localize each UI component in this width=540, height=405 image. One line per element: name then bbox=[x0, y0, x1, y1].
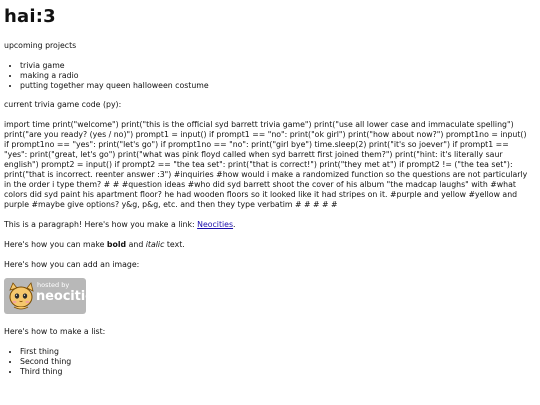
neocities-cat-icon bbox=[9, 282, 34, 310]
project-item: making a radio bbox=[20, 71, 528, 81]
list-item: Third thing bbox=[20, 367, 528, 377]
list-heading: Here's how to make a list: bbox=[4, 327, 106, 337]
project-item: trivia game bbox=[20, 61, 528, 71]
example-list: First thing Second thing Third thing bbox=[4, 347, 528, 377]
formatting-middle: and bbox=[126, 240, 146, 250]
list-item: Second thing bbox=[20, 357, 528, 367]
code-heading: current trivia game code (py): bbox=[4, 100, 122, 110]
page-title: hai:3 bbox=[4, 6, 56, 27]
page: hai:3 upcoming projects trivia game maki… bbox=[0, 0, 536, 377]
bold-text: bold bbox=[106, 240, 127, 250]
badge-neocities-text: neocities bbox=[36, 289, 86, 305]
link-paragraph-prefix: This is a paragraph! Here's how you make… bbox=[4, 220, 198, 230]
projects-list: trivia game making a radio putting toget… bbox=[4, 61, 528, 91]
list-item: First thing bbox=[20, 347, 528, 357]
hosted-by-neocities-badge[interactable]: hosted by neocities bbox=[4, 278, 86, 315]
project-item: putting together may queen halloween cos… bbox=[20, 81, 528, 91]
upcoming-projects-heading: upcoming projects bbox=[4, 40, 77, 50]
link-paragraph: This is a paragraph! Here's how you make… bbox=[4, 220, 528, 230]
badge-hosted-by-text: hosted by bbox=[37, 281, 70, 290]
formatting-prefix: Here's how you can make bbox=[4, 240, 107, 250]
neocities-link[interactable]: Neocities bbox=[197, 220, 233, 229]
trivia-code-block: import time print("welcome") print("this… bbox=[4, 120, 528, 210]
formatting-suffix: text. bbox=[164, 240, 185, 250]
italic-text: italic bbox=[145, 240, 165, 250]
formatting-paragraph: Here's how you can make bold and italic … bbox=[4, 240, 528, 250]
link-paragraph-suffix: . bbox=[233, 220, 236, 230]
image-heading: Here's how you can add an image: bbox=[4, 260, 140, 270]
